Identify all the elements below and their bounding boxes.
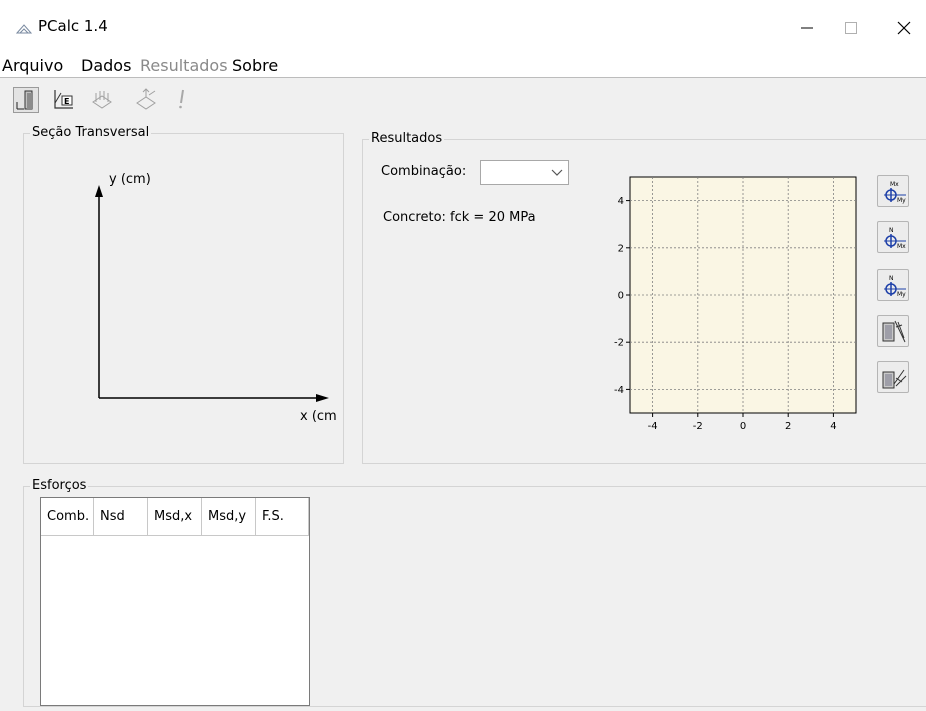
n-my-bottom-label: My (897, 291, 906, 298)
column-header-nsd[interactable]: Nsd (94, 498, 148, 536)
title-bar: PCalc 1.4 (0, 0, 926, 52)
n-mx-bottom-label: Mx (897, 243, 906, 250)
mx-my-top-label: Mx (890, 181, 899, 188)
maximize-icon (845, 22, 857, 34)
resultados-panel: Resultados Combinação: Concreto: fck = 2… (362, 131, 926, 464)
menu-bar: Arquivo Dados Resultados Sobre (0, 52, 926, 78)
section-geometry-button[interactable] (13, 87, 39, 113)
section-axes (95, 185, 329, 402)
section-strain-button[interactable] (877, 361, 909, 393)
section-strain-icon (882, 369, 907, 389)
maximize-button[interactable] (829, 10, 873, 46)
y-tick-label: 4 (618, 196, 624, 207)
forces-button[interactable] (134, 87, 160, 113)
app-icon (16, 24, 32, 34)
n-my-top-label: N (889, 275, 894, 282)
esforcos-title: Esforços (30, 478, 89, 494)
window-title: PCalc 1.4 (38, 17, 108, 35)
concreto-info: Concreto: fck = 20 MPa (383, 210, 536, 225)
reinforcement-button[interactable] (90, 87, 116, 113)
x-tick-label: -2 (693, 421, 703, 432)
menu-arquivo[interactable]: Arquivo (2, 56, 63, 75)
n-mx-diagram-button[interactable]: N Mx (877, 221, 909, 253)
y-tick-label: 2 (618, 243, 624, 254)
chevron-down-icon (551, 169, 563, 176)
close-button[interactable] (882, 10, 926, 46)
n-my-diagram-icon: N My (884, 275, 906, 298)
section-geometry-icon (16, 90, 33, 110)
warning-button[interactable] (170, 87, 196, 113)
minimize-icon (801, 27, 813, 29)
combinacao-label: Combinação: (381, 164, 467, 179)
section-stress-icon (882, 320, 906, 343)
material-diagram-button[interactable]: E (52, 87, 78, 113)
x-tick-label: 2 (785, 421, 791, 432)
menu-sobre[interactable]: Sobre (232, 56, 278, 75)
n-mx-diagram-icon: N Mx (884, 227, 906, 250)
menu-resultados[interactable]: Resultados (140, 56, 228, 75)
close-icon (897, 21, 911, 35)
section-stress-button[interactable] (877, 315, 909, 347)
column-header-msdx[interactable]: Msd,x (148, 498, 202, 536)
menu-dados[interactable]: Dados (81, 56, 131, 75)
mx-my-diagram-icon: Mx My (884, 181, 906, 204)
combinacao-select[interactable] (480, 160, 569, 185)
y-tick-label: 0 (618, 291, 624, 302)
n-mx-top-label: N (889, 227, 894, 234)
material-diagram-icon: E (54, 90, 73, 109)
column-header-msdy[interactable]: Msd,y (202, 498, 256, 536)
n-my-diagram-button[interactable]: N My (877, 269, 909, 301)
x-tick-label: 4 (830, 421, 836, 432)
y-axis-label: y (cm) (109, 172, 151, 187)
forces-icon (136, 88, 156, 110)
x-tick-label: 0 (740, 421, 746, 432)
mx-my-diagram-button[interactable]: Mx My (877, 175, 909, 207)
interaction-chart: -4 -2 0 2 4 -4 -2 0 2 4 (614, 176, 857, 432)
x-tick-label: -4 (648, 421, 658, 432)
svg-text:E: E (64, 97, 69, 106)
toolbar: E (0, 79, 926, 119)
column-header-fs[interactable]: F.S. (256, 498, 309, 536)
y-tick-label: -2 (614, 338, 624, 349)
mx-my-bottom-label: My (897, 197, 906, 204)
minimize-button[interactable] (785, 10, 829, 46)
secao-transversal-panel: Seção Transversal y (cm) x (cm (23, 125, 344, 464)
y-tick-label: -4 (614, 385, 624, 396)
x-axis-label: x (cm (300, 409, 337, 424)
reinforcement-icon (92, 91, 112, 109)
esforcos-table[interactable]: Comb. Nsd Msd,x Msd,y F.S. (40, 497, 310, 706)
resultados-title: Resultados (369, 131, 445, 147)
warning-icon (179, 89, 184, 109)
column-header-comb[interactable]: Comb. (41, 498, 94, 536)
